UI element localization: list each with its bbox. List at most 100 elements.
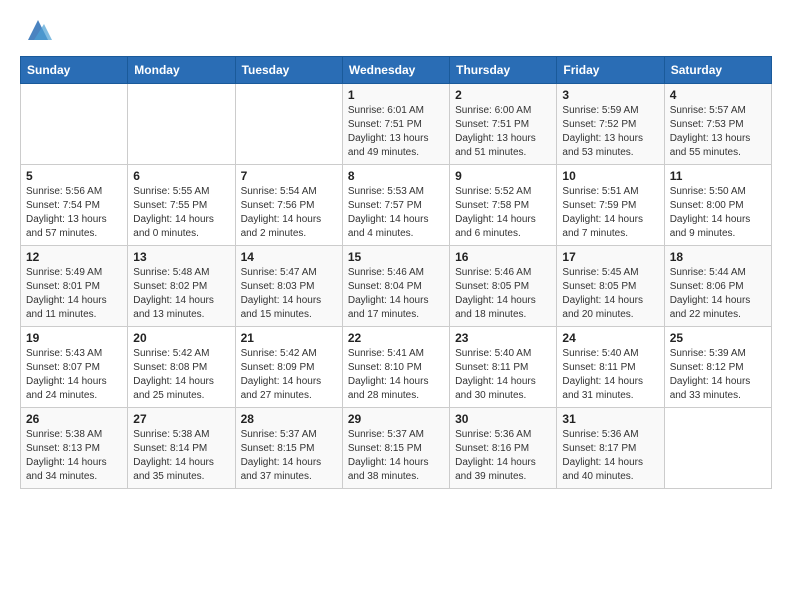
day-number: 30 [455,412,551,426]
day-info: Sunrise: 5:50 AM Sunset: 8:00 PM Dayligh… [670,185,766,241]
calendar-cell: 11 Sunrise: 5:50 AM Sunset: 8:00 PM Dayli… [664,165,771,246]
day-info: Sunrise: 5:48 AM Sunset: 8:02 PM Dayligh… [133,266,229,322]
logo [20,16,52,44]
day-info: Sunrise: 5:53 AM Sunset: 7:57 PM Dayligh… [348,185,444,241]
day-info: Sunrise: 5:41 AM Sunset: 8:10 PM Dayligh… [348,347,444,403]
calendar-cell: 12 Sunrise: 5:49 AM Sunset: 8:01 PM Dayli… [21,246,128,327]
day-info: Sunrise: 5:40 AM Sunset: 8:11 PM Dayligh… [455,347,551,403]
day-info: Sunrise: 5:47 AM Sunset: 8:03 PM Dayligh… [241,266,337,322]
calendar-cell: 29 Sunrise: 5:37 AM Sunset: 8:15 PM Dayli… [342,408,449,489]
weekday-header-saturday: Saturday [664,57,771,84]
logo-icon [24,16,52,44]
calendar-cell: 20 Sunrise: 5:42 AM Sunset: 8:08 PM Dayli… [128,327,235,408]
calendar-cell: 13 Sunrise: 5:48 AM Sunset: 8:02 PM Dayli… [128,246,235,327]
calendar-cell: 25 Sunrise: 5:39 AM Sunset: 8:12 PM Dayli… [664,327,771,408]
calendar-cell: 24 Sunrise: 5:40 AM Sunset: 8:11 PM Dayli… [557,327,664,408]
weekday-header-sunday: Sunday [21,57,128,84]
calendar-cell: 27 Sunrise: 5:38 AM Sunset: 8:14 PM Dayli… [128,408,235,489]
day-info: Sunrise: 5:42 AM Sunset: 8:09 PM Dayligh… [241,347,337,403]
calendar-cell: 1 Sunrise: 6:01 AM Sunset: 7:51 PM Daylig… [342,84,449,165]
day-number: 5 [26,169,122,183]
day-number: 13 [133,250,229,264]
calendar-cell: 2 Sunrise: 6:00 AM Sunset: 7:51 PM Daylig… [450,84,557,165]
calendar-cell: 28Sunrise: 5:37 AM Sunset: 8:15 PM Dayli… [235,408,342,489]
calendar-cell: 8 Sunrise: 5:53 AM Sunset: 7:57 PM Daylig… [342,165,449,246]
day-number: 21 [241,331,337,345]
day-number: 9 [455,169,551,183]
page-header [20,16,772,44]
calendar-cell: 16 Sunrise: 5:46 AM Sunset: 8:05 PM Dayli… [450,246,557,327]
day-number: 12 [26,250,122,264]
calendar-week-row: 1 Sunrise: 6:01 AM Sunset: 7:51 PM Daylig… [21,84,772,165]
calendar-cell [21,84,128,165]
calendar-cell [664,408,771,489]
day-number: 6 [133,169,229,183]
day-info: Sunrise: 6:00 AM Sunset: 7:51 PM Dayligh… [455,104,551,160]
day-info: Sunrise: 5:43 AM Sunset: 8:07 PM Dayligh… [26,347,122,403]
day-info: Sunrise: 5:57 AM Sunset: 7:53 PM Dayligh… [670,104,766,160]
day-info: Sunrise: 5:40 AM Sunset: 8:11 PM Dayligh… [562,347,658,403]
day-info: Sunrise: 5:49 AM Sunset: 8:01 PM Dayligh… [26,266,122,322]
calendar-cell: 26Sunrise: 5:38 AM Sunset: 8:13 PM Dayli… [21,408,128,489]
day-number: 20 [133,331,229,345]
day-number: 24 [562,331,658,345]
day-number: 11 [670,169,766,183]
day-info: Sunrise: 6:01 AM Sunset: 7:51 PM Dayligh… [348,104,444,160]
calendar-cell: 30 Sunrise: 5:36 AM Sunset: 8:16 PM Dayli… [450,408,557,489]
calendar-cell: 19 Sunrise: 5:43 AM Sunset: 8:07 PM Dayli… [21,327,128,408]
calendar-cell: 10 Sunrise: 5:51 AM Sunset: 7:59 PM Dayli… [557,165,664,246]
calendar-cell: 9 Sunrise: 5:52 AM Sunset: 7:58 PM Daylig… [450,165,557,246]
calendar-week-row: 12 Sunrise: 5:49 AM Sunset: 8:01 PM Dayli… [21,246,772,327]
weekday-header-wednesday: Wednesday [342,57,449,84]
day-number: 3 [562,88,658,102]
day-number: 1 [348,88,444,102]
day-info: Sunrise: 5:38 AM Sunset: 8:14 PM Dayligh… [133,428,229,484]
weekday-header-friday: Friday [557,57,664,84]
day-number: 25 [670,331,766,345]
calendar-cell: 17Sunrise: 5:45 AM Sunset: 8:05 PM Dayli… [557,246,664,327]
calendar-cell: 15 Sunrise: 5:46 AM Sunset: 8:04 PM Dayli… [342,246,449,327]
day-number: 2 [455,88,551,102]
day-info: Sunrise: 5:54 AM Sunset: 7:56 PM Dayligh… [241,185,337,241]
calendar-cell: 4 Sunrise: 5:57 AM Sunset: 7:53 PM Daylig… [664,84,771,165]
day-info: Sunrise: 5:42 AM Sunset: 8:08 PM Dayligh… [133,347,229,403]
day-info: Sunrise: 5:46 AM Sunset: 8:05 PM Dayligh… [455,266,551,322]
calendar-cell [235,84,342,165]
calendar-cell: 21 Sunrise: 5:42 AM Sunset: 8:09 PM Dayli… [235,327,342,408]
day-info: Sunrise: 5:36 AM Sunset: 8:17 PM Dayligh… [562,428,658,484]
calendar-cell: 18 Sunrise: 5:44 AM Sunset: 8:06 PM Dayli… [664,246,771,327]
weekday-header-tuesday: Tuesday [235,57,342,84]
day-info: Sunrise: 5:37 AM Sunset: 8:15 PM Dayligh… [241,428,337,484]
day-number: 23 [455,331,551,345]
day-number: 22 [348,331,444,345]
weekday-header-monday: Monday [128,57,235,84]
day-number: 8 [348,169,444,183]
day-info: Sunrise: 5:46 AM Sunset: 8:04 PM Dayligh… [348,266,444,322]
day-number: 16 [455,250,551,264]
calendar-cell: 22 Sunrise: 5:41 AM Sunset: 8:10 PM Dayli… [342,327,449,408]
calendar-cell: 6Sunrise: 5:55 AM Sunset: 7:55 PM Daylig… [128,165,235,246]
day-number: 15 [348,250,444,264]
day-info: Sunrise: 5:44 AM Sunset: 8:06 PM Dayligh… [670,266,766,322]
day-number: 10 [562,169,658,183]
day-info: Sunrise: 5:51 AM Sunset: 7:59 PM Dayligh… [562,185,658,241]
calendar-table: SundayMondayTuesdayWednesdayThursdayFrid… [20,56,772,489]
calendar-header-row: SundayMondayTuesdayWednesdayThursdayFrid… [21,57,772,84]
calendar-cell: 3 Sunrise: 5:59 AM Sunset: 7:52 PM Daylig… [557,84,664,165]
day-info: Sunrise: 5:56 AM Sunset: 7:54 PM Dayligh… [26,185,122,241]
day-info: Sunrise: 5:59 AM Sunset: 7:52 PM Dayligh… [562,104,658,160]
day-number: 27 [133,412,229,426]
calendar-cell: 31Sunrise: 5:36 AM Sunset: 8:17 PM Dayli… [557,408,664,489]
day-number: 4 [670,88,766,102]
calendar-week-row: 26Sunrise: 5:38 AM Sunset: 8:13 PM Dayli… [21,408,772,489]
day-info: Sunrise: 5:52 AM Sunset: 7:58 PM Dayligh… [455,185,551,241]
day-info: Sunrise: 5:39 AM Sunset: 8:12 PM Dayligh… [670,347,766,403]
day-info: Sunrise: 5:36 AM Sunset: 8:16 PM Dayligh… [455,428,551,484]
day-number: 18 [670,250,766,264]
day-info: Sunrise: 5:37 AM Sunset: 8:15 PM Dayligh… [348,428,444,484]
calendar-cell: 14Sunrise: 5:47 AM Sunset: 8:03 PM Dayli… [235,246,342,327]
day-number: 26 [26,412,122,426]
day-number: 19 [26,331,122,345]
day-number: 29 [348,412,444,426]
calendar-week-row: 19 Sunrise: 5:43 AM Sunset: 8:07 PM Dayli… [21,327,772,408]
